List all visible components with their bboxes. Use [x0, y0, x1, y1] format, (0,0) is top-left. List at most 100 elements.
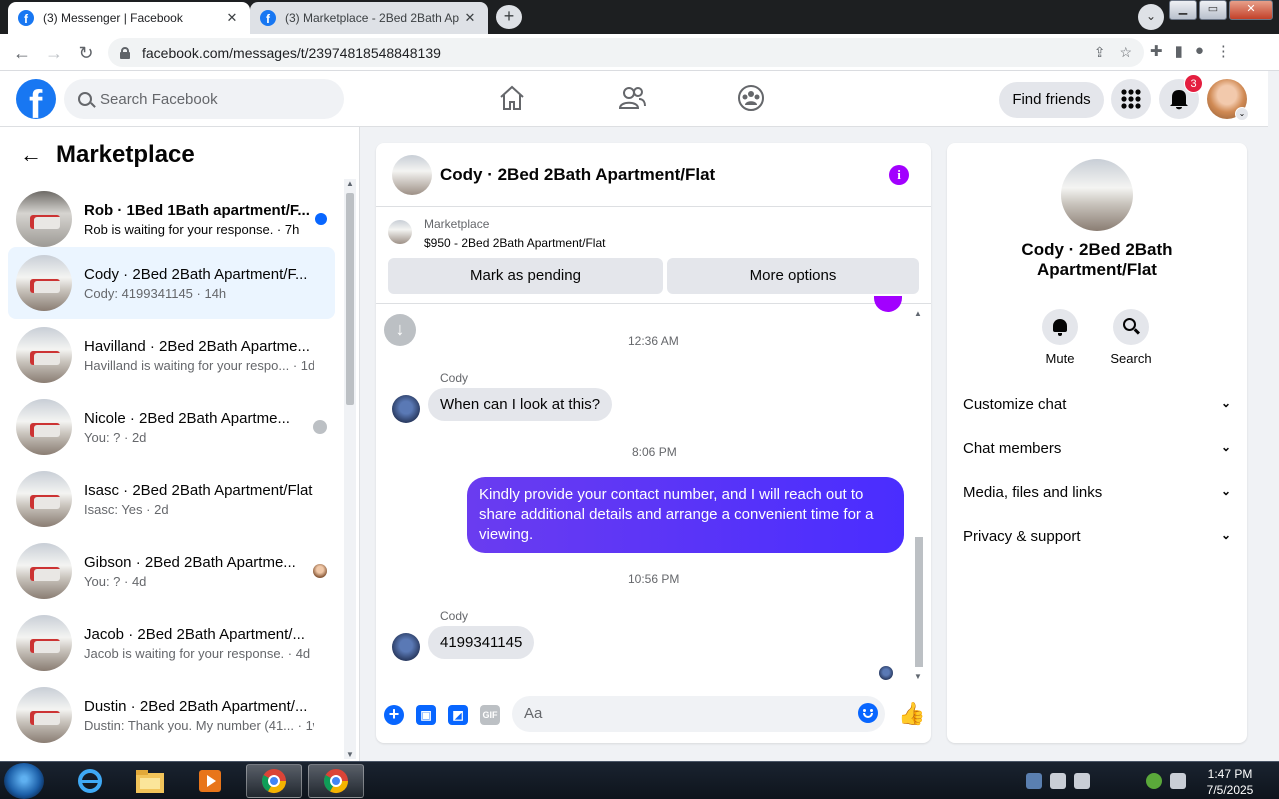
listing-thumbnail: [16, 471, 72, 527]
friends-icon[interactable]: [617, 83, 647, 113]
mute-label: Mute: [1045, 351, 1075, 366]
contact-avatar[interactable]: [1061, 159, 1133, 231]
sidebar-title: Marketplace: [56, 141, 195, 168]
mark-as-pending-button[interactable]: Mark as pending: [388, 258, 663, 294]
start-button[interactable]: [4, 763, 44, 799]
power-icon[interactable]: [1050, 773, 1066, 789]
gif-icon[interactable]: GIF: [480, 705, 500, 725]
conversation-item-rob[interactable]: Rob · 1Bed 1Bath apartment/F... Rob is w…: [8, 183, 335, 255]
listing-thumbnail[interactable]: [388, 220, 412, 244]
listing-thumbnail: [16, 687, 72, 743]
message-input[interactable]: Aa: [512, 696, 885, 732]
new-tab-button[interactable]: +: [496, 5, 522, 29]
unread-dot-icon: [315, 213, 327, 225]
back-arrow-icon[interactable]: ←: [10, 41, 34, 65]
emoji-icon[interactable]: [858, 703, 878, 723]
scroll-down-arrow-icon[interactable]: ↓: [384, 314, 416, 346]
plus-icon[interactable]: +: [384, 705, 404, 725]
file-explorer-icon[interactable]: [122, 764, 178, 798]
section-label: Media, files and links: [963, 484, 1103, 501]
close-window-button[interactable]: ✕: [1229, 0, 1273, 20]
maximize-button[interactable]: ▭: [1199, 0, 1227, 20]
scrollbar-thumb[interactable]: [346, 193, 354, 405]
scroll-down-arrow-icon[interactable]: ▼: [346, 750, 354, 759]
listing-thumbnail: [16, 191, 72, 247]
incoming-message[interactable]: When can I look at this?: [428, 388, 613, 421]
network-icon[interactable]: [1026, 773, 1042, 789]
chat-members-section[interactable]: Chat members ⌄: [963, 440, 1233, 464]
browser-tab-messenger[interactable]: f (3) Messenger | Facebook ✕: [8, 2, 250, 34]
media-player-icon[interactable]: [182, 764, 238, 798]
display-icon[interactable]: [1170, 773, 1186, 789]
browser-tab-marketplace[interactable]: f (3) Marketplace - 2Bed 2Bath Ap ✕: [250, 2, 488, 34]
info-icon[interactable]: i: [889, 165, 909, 185]
home-icon[interactable]: [497, 83, 527, 113]
sticker-icon[interactable]: ◩: [448, 705, 468, 725]
reload-icon[interactable]: ↻: [74, 41, 98, 65]
conversation-item-dustin[interactable]: Dustin · 2Bed 2Bath Apartment/... Dustin…: [8, 679, 335, 751]
customize-chat-section[interactable]: Customize chat ⌄: [963, 396, 1233, 420]
mute-button[interactable]: Mute: [1030, 309, 1090, 366]
search-placeholder: Search Facebook: [100, 90, 218, 108]
marketplace-label: Marketplace: [424, 217, 490, 231]
url-bar[interactable]: facebook.com/messages/t/2397481854884813…: [108, 38, 1144, 67]
scroll-up-arrow-icon[interactable]: ▲: [914, 309, 922, 318]
scroll-down-arrow-icon[interactable]: ▼: [914, 672, 922, 681]
conversation-item-nicole[interactable]: Nicole · 2Bed 2Bath Apartme... You: ? · …: [8, 391, 335, 463]
privacy-support-section[interactable]: Privacy & support ⌄: [963, 528, 1233, 552]
conversation-item-jacob[interactable]: Jacob · 2Bed 2Bath Apartment/... Jacob i…: [8, 607, 335, 679]
chat-scrollbar[interactable]: ▲ ▼: [914, 309, 924, 681]
more-options-button[interactable]: More options: [667, 258, 919, 294]
sidebar-scrollbar[interactable]: ▲ ▼: [344, 179, 356, 759]
internet-explorer-icon[interactable]: [62, 764, 118, 798]
menu-dots-icon[interactable]: ⋮: [1216, 42, 1231, 60]
close-tab-icon[interactable]: ✕: [224, 10, 240, 26]
media-files-links-section[interactable]: Media, files and links ⌄: [963, 484, 1233, 508]
chat-avatar[interactable]: [392, 154, 432, 195]
groups-icon[interactable]: [736, 83, 766, 113]
menu-grid-button[interactable]: [1111, 79, 1151, 119]
find-friends-button[interactable]: Find friends: [999, 82, 1104, 118]
photo-icon[interactable]: ▣: [416, 705, 436, 725]
seen-avatar-icon: [313, 564, 327, 578]
notification-count-badge: 3: [1184, 74, 1203, 93]
torrent-icon[interactable]: [1146, 773, 1162, 789]
share-icon[interactable]: ⇪: [1094, 44, 1106, 61]
scrollbar-thumb[interactable]: [915, 537, 923, 667]
facebook-logo-icon[interactable]: f: [16, 79, 56, 119]
contact-name: Cody · 2Bed 2Bath Apartment/Flat: [1021, 240, 1173, 279]
profile-icon[interactable]: ●: [1195, 42, 1204, 60]
chat-title[interactable]: Cody · 2Bed 2Bath Apartment/Flat: [440, 165, 715, 185]
outgoing-message[interactable]: Kindly provide your contact number, and …: [467, 477, 904, 553]
forward-arrow-icon[interactable]: →: [42, 41, 66, 65]
sender-avatar[interactable]: [392, 633, 420, 661]
close-tab-icon[interactable]: ✕: [462, 10, 478, 26]
search-in-conversation-button[interactable]: Search: [1101, 309, 1161, 366]
clock-date: 7/5/2025: [1206, 783, 1254, 797]
conversation-item-havilland[interactable]: Havilland · 2Bed 2Bath Apartme... Havill…: [8, 319, 335, 391]
taskbar-clock[interactable]: 1:47 PM 7/5/2025: [1198, 766, 1262, 798]
volume-icon[interactable]: [1074, 773, 1090, 789]
conversation-item-gibson[interactable]: Gibson · 2Bed 2Bath Apartme... You: ? · …: [8, 535, 335, 607]
scroll-up-arrow-icon[interactable]: ▲: [346, 179, 354, 188]
chrome-icon[interactable]: [246, 764, 302, 798]
extensions-puzzle-icon[interactable]: ✚: [1150, 42, 1163, 60]
message-sender: Cody: [440, 609, 469, 623]
listing-title[interactable]: $950 - 2Bed 2Bath Apartment/Flat: [424, 236, 605, 250]
bookmark-star-icon[interactable]: ☆: [1119, 44, 1132, 61]
sender-avatar[interactable]: [392, 395, 420, 423]
incoming-message[interactable]: 4199341145: [428, 626, 535, 659]
chrome-icon[interactable]: [308, 764, 364, 798]
conversation-item-cody[interactable]: Cody · 2Bed 2Bath Apartment/F... Cody: 4…: [8, 247, 335, 319]
tab-search-chevron-icon[interactable]: ⌄: [1138, 4, 1164, 30]
facebook-search-input[interactable]: Search Facebook: [64, 79, 344, 119]
search-label: Search: [1110, 351, 1152, 366]
account-avatar[interactable]: ⌄: [1207, 79, 1249, 121]
thumbs-up-icon[interactable]: 👍: [898, 701, 925, 727]
side-panel-icon[interactable]: ▮: [1175, 42, 1183, 60]
facebook-favicon-icon: f: [260, 10, 276, 26]
conversation-item-isasc[interactable]: Isasc · 2Bed 2Bath Apartment/Flat Isasc:…: [8, 463, 335, 535]
minimize-button[interactable]: ▁: [1169, 0, 1197, 20]
system-tray: [1026, 773, 1186, 789]
back-arrow-icon[interactable]: ←: [20, 142, 42, 168]
